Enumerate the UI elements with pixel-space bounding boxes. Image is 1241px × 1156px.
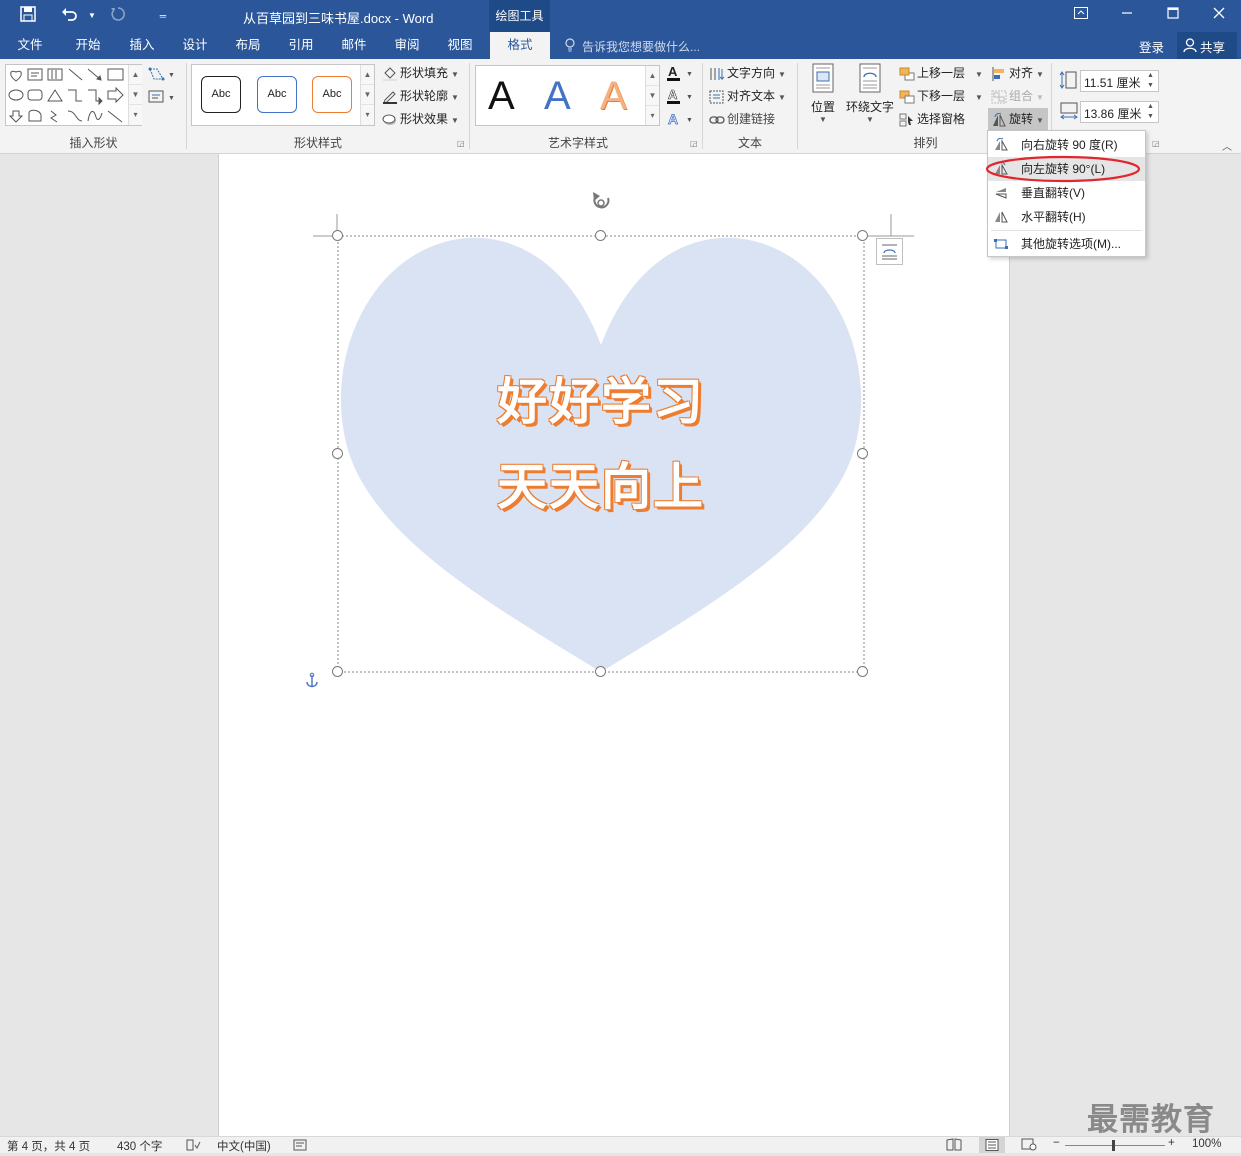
resize-handle-n[interactable]	[595, 230, 606, 241]
status-bar: 第 4 页，共 4 页 430 个字 中文(中国) − + 100%	[0, 1136, 1241, 1153]
zoom-out-icon[interactable]: −	[1053, 1137, 1060, 1149]
watermark-logo: 最需教育	[1087, 1102, 1215, 1138]
zoom-in-icon[interactable]: +	[1168, 1137, 1175, 1149]
print-layout-icon[interactable]	[979, 1137, 1005, 1153]
rotate-menu: 向右旋转 90 度(R) 向左旋转 90°(L) 垂直翻转(V) 水平翻转(H)…	[987, 130, 1146, 257]
more-rotation-icon	[994, 239, 1008, 249]
language-indicator[interactable]: 中文(中国)	[217, 1138, 271, 1154]
macro-icon[interactable]	[293, 1139, 307, 1154]
more-rotation-options-item[interactable]: 其他旋转选项(M)...	[988, 232, 1145, 256]
zoom-slider-thumb[interactable]	[1112, 1140, 1115, 1151]
resize-handle-ne[interactable]	[857, 230, 868, 241]
flip-horizontal-label: 水平翻转(H)	[1021, 210, 1086, 224]
proofing-icon[interactable]	[186, 1139, 201, 1154]
wordart-line-1[interactable]: 好好学习	[338, 362, 864, 434]
resize-handle-s[interactable]	[595, 666, 606, 677]
rotate-handle-icon[interactable]	[593, 192, 610, 209]
anchor-icon	[306, 672, 318, 688]
flip-horizontal-item[interactable]: 水平翻转(H)	[988, 205, 1145, 229]
resize-handle-sw[interactable]	[332, 666, 343, 677]
layout-options-button[interactable]	[876, 238, 903, 265]
menu-divider	[991, 230, 1142, 231]
word-count[interactable]: 430 个字	[117, 1138, 162, 1154]
read-mode-icon[interactable]	[946, 1138, 962, 1154]
resize-handle-nw[interactable]	[332, 230, 343, 241]
wordart-line-2[interactable]: 天天向上	[338, 447, 864, 519]
page-count[interactable]: 第 4 页，共 4 页	[7, 1138, 90, 1154]
flip-vertical-icon	[995, 188, 1007, 199]
more-rotation-label: 其他旋转选项(M)...	[1021, 237, 1121, 251]
zoom-level[interactable]: 100%	[1192, 1138, 1221, 1150]
flip-horizontal-icon	[995, 211, 1008, 223]
resize-handle-se[interactable]	[857, 666, 868, 677]
rotate-right-icon	[995, 138, 1008, 151]
web-layout-icon[interactable]	[1021, 1138, 1037, 1154]
highlight-ellipse	[985, 155, 1141, 183]
zoom-slider-track[interactable]	[1065, 1145, 1165, 1146]
layout-options-icon	[882, 244, 897, 260]
